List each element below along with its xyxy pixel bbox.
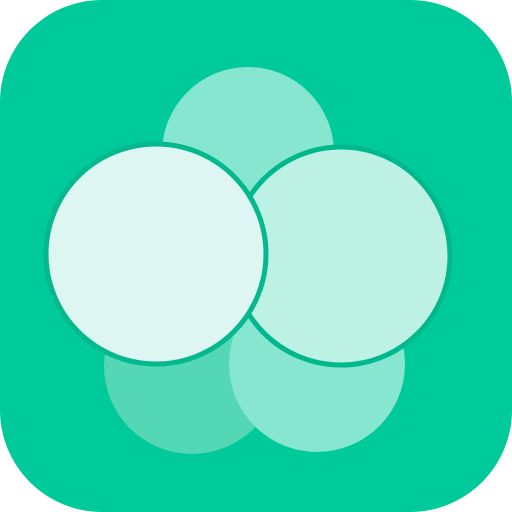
app-icon-canvas (0, 0, 512, 512)
left-petal-circle (43, 141, 269, 367)
flower-circles-app-icon[interactable] (0, 0, 512, 512)
